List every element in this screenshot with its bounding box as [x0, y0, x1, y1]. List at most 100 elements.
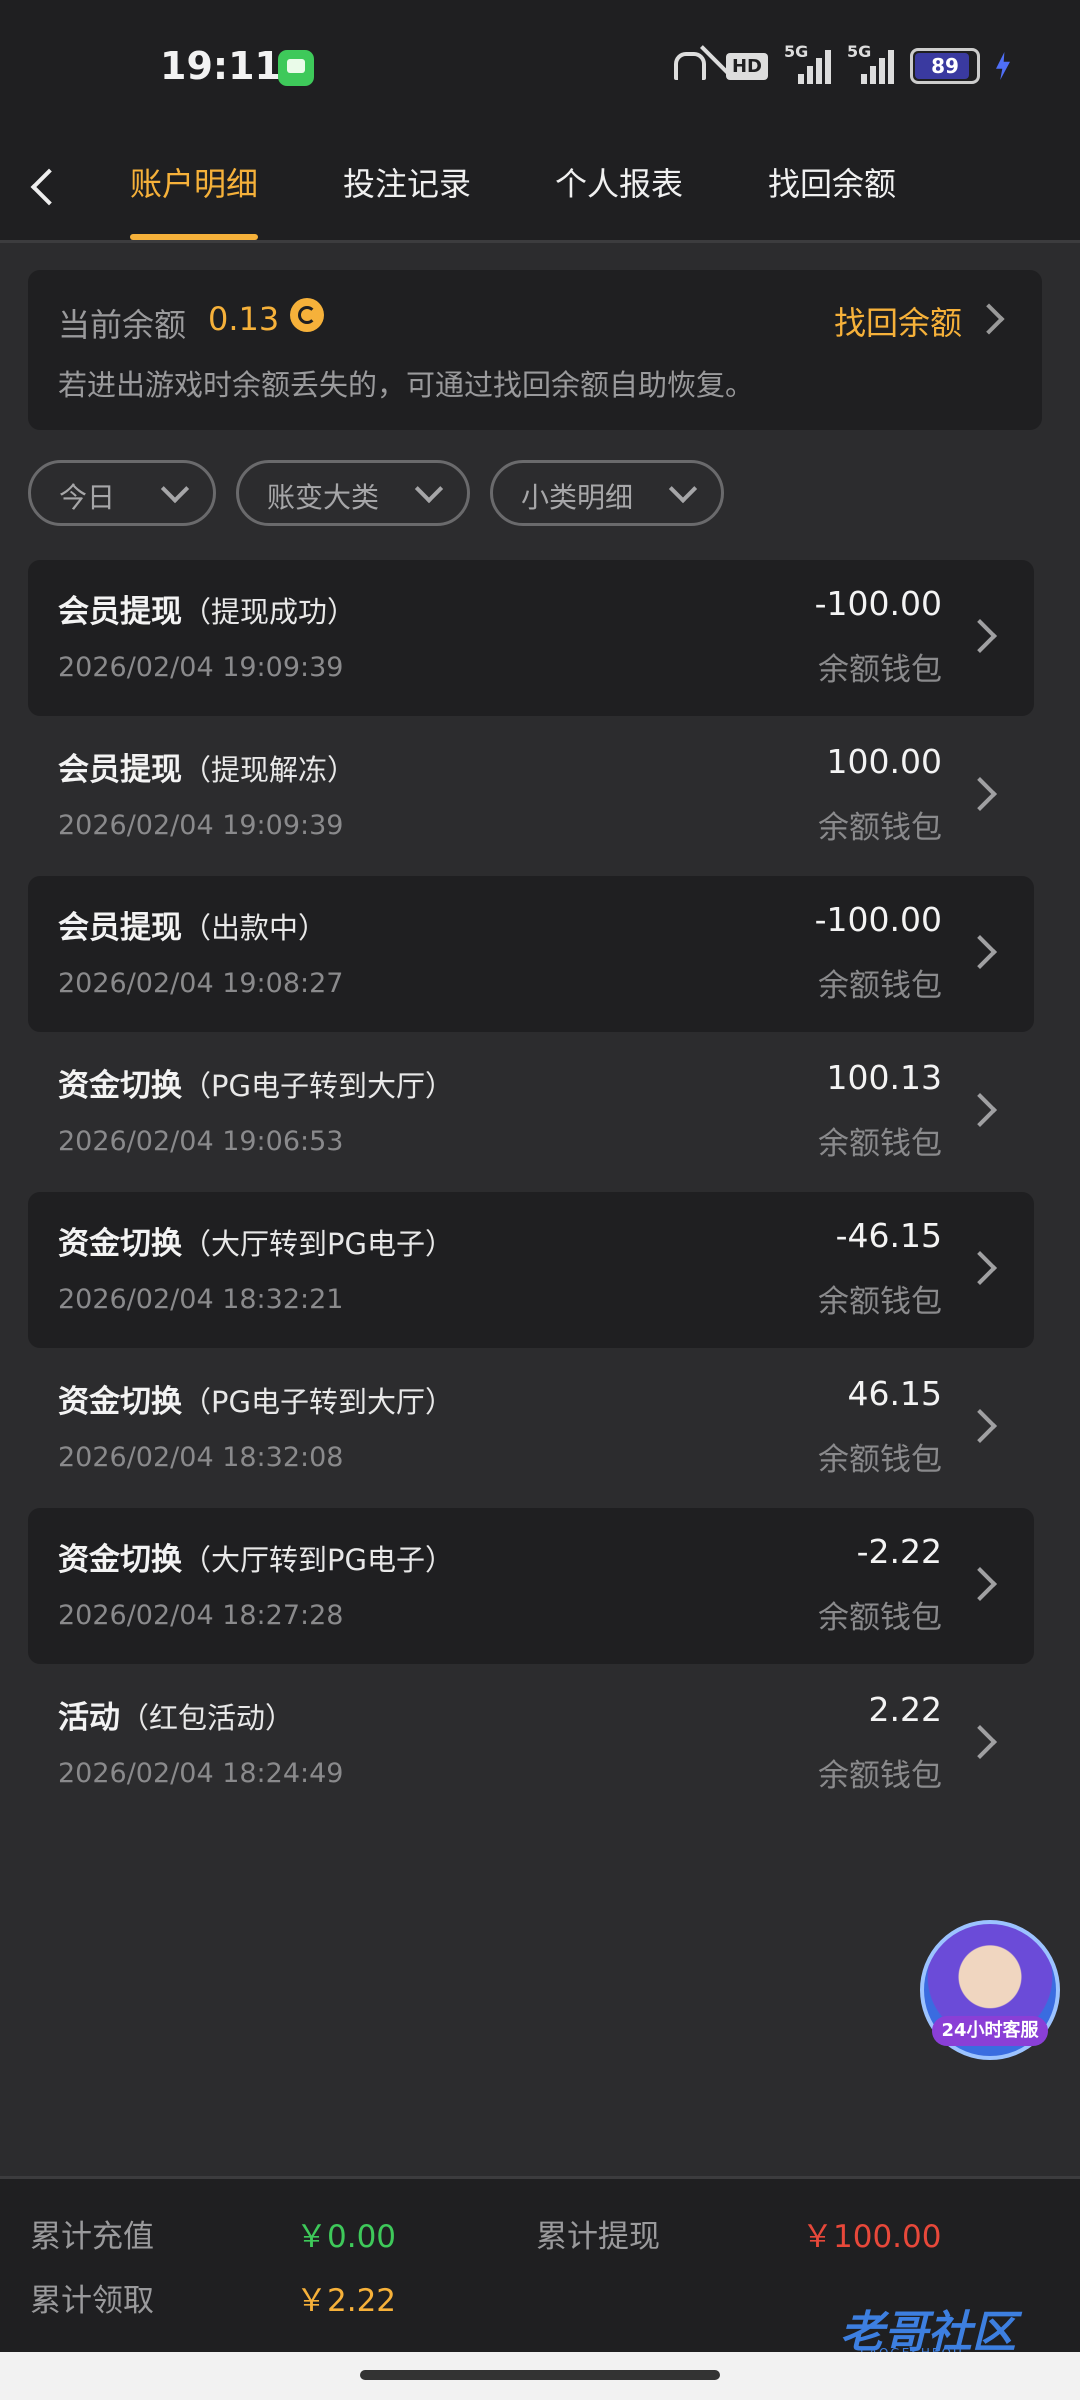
transaction-wallet: 余额钱包	[818, 652, 942, 688]
chevron-right-icon	[963, 1725, 997, 1759]
transaction-time: 2026/02/04 18:24:49	[58, 1758, 344, 1789]
transaction-amount: -2.22	[856, 1532, 942, 1571]
balance-label: 当前余额	[58, 306, 187, 344]
customer-service-label: 24小时客服	[932, 2016, 1048, 2046]
transaction-type: 会员提现	[58, 594, 182, 630]
transaction-detail: （出款中）	[182, 911, 328, 945]
claim-total-value: ￥2.22	[296, 2283, 397, 2319]
transaction-row[interactable]: 资金切换（大厅转到PG电子） 2026/02/04 18:32:21 -46.1…	[28, 1192, 1034, 1348]
transaction-detail: （PG电子转到大厅）	[182, 1069, 454, 1103]
transaction-time: 2026/02/04 18:27:28	[58, 1600, 344, 1631]
chevron-down-icon	[668, 474, 698, 504]
transaction-type: 活动	[58, 1700, 120, 1736]
filter-category[interactable]: 账变大类	[236, 460, 470, 526]
balance-card: 当前余额 0.13 找回余额 若进出游戏时余额丢失的，可通过找回余额自助恢复。	[28, 270, 1042, 430]
chevron-right-icon	[963, 935, 997, 969]
transaction-row[interactable]: 资金切换（PG电子转到大厅） 2026/02/04 19:06:53 100.1…	[28, 1034, 1034, 1190]
transaction-detail: （提现成功）	[182, 595, 357, 629]
transaction-time: 2026/02/04 19:08:27	[58, 968, 344, 999]
filter-subcategory[interactable]: 小类明细	[490, 460, 724, 526]
chevron-right-icon[interactable]	[973, 303, 1005, 335]
customer-service-button[interactable]: 24小时客服	[920, 1920, 1060, 2060]
transaction-type: 会员提现	[58, 910, 182, 946]
transaction-amount: 2.22	[868, 1690, 942, 1729]
chevron-down-icon	[414, 474, 444, 504]
transaction-wallet: 余额钱包	[818, 810, 942, 846]
tab-recover-balance[interactable]: 找回余额	[768, 154, 896, 240]
transaction-wallet: 余额钱包	[818, 1442, 942, 1478]
battery-level: 89	[931, 54, 959, 78]
transaction-amount: -100.00	[814, 584, 942, 623]
top-nav: 账户明细 投注记录 个人报表 找回余额	[0, 140, 1080, 243]
transaction-wallet: 余额钱包	[818, 1758, 942, 1794]
transaction-type: 资金切换	[58, 1226, 182, 1262]
transaction-amount: 100.13	[826, 1058, 942, 1097]
filter-date-label: 今日	[59, 481, 116, 514]
transaction-row[interactable]: 资金切换（PG电子转到大厅） 2026/02/04 18:32:08 46.15…	[28, 1350, 1034, 1506]
chevron-right-icon	[963, 619, 997, 653]
chevron-right-icon	[963, 1567, 997, 1601]
filter-category-label: 账变大类	[267, 481, 380, 514]
signal-2-label: 5G	[847, 42, 872, 61]
filter-subcategory-label: 小类明细	[521, 481, 634, 514]
transaction-detail: （PG电子转到大厅）	[182, 1385, 454, 1419]
tab-personal-report[interactable]: 个人报表	[555, 154, 683, 240]
transaction-row[interactable]: 会员提现（提现成功） 2026/02/04 19:09:39 -100.00 余…	[28, 560, 1034, 716]
back-icon[interactable]	[30, 168, 68, 206]
transaction-row[interactable]: 会员提现（提现解冻） 2026/02/04 19:09:39 100.00 余额…	[28, 718, 1034, 874]
transaction-wallet: 余额钱包	[818, 1600, 942, 1636]
chevron-down-icon	[160, 474, 190, 504]
transaction-time: 2026/02/04 18:32:08	[58, 1442, 344, 1473]
charging-icon	[996, 52, 1010, 80]
signal-1-icon: 5G	[784, 42, 831, 84]
transaction-wallet: 余额钱包	[818, 968, 942, 1004]
chevron-right-icon	[963, 1409, 997, 1443]
withdraw-total-label: 累计提现	[536, 2219, 660, 2255]
status-bar: 19:11 HD 5G 5G 89	[0, 0, 1080, 140]
transaction-wallet: 余额钱包	[818, 1284, 942, 1320]
gesture-area	[0, 2352, 1080, 2400]
chevron-right-icon	[963, 1093, 997, 1127]
transaction-amount: -100.00	[814, 900, 942, 939]
recharge-total-value: ￥0.00	[296, 2219, 397, 2255]
recharge-total-label: 累计充值	[30, 2219, 154, 2255]
battery-icon: 89	[910, 48, 980, 84]
recover-balance-link[interactable]: 找回余额	[834, 298, 962, 344]
transaction-detail: （红包活动）	[120, 1701, 295, 1735]
transaction-amount: -46.15	[835, 1216, 942, 1255]
message-app-icon	[278, 50, 314, 86]
chevron-right-icon	[963, 1251, 997, 1285]
filter-date[interactable]: 今日	[28, 460, 216, 526]
transaction-time: 2026/02/04 19:06:53	[58, 1126, 344, 1157]
status-time: 19:11	[160, 44, 281, 88]
refresh-icon[interactable]	[290, 298, 324, 332]
claim-total-label: 累计领取	[30, 2283, 154, 2319]
transaction-row[interactable]: 资金切换（大厅转到PG电子） 2026/02/04 18:27:28 -2.22…	[28, 1508, 1034, 1664]
signal-2-icon: 5G	[847, 42, 894, 84]
tab-bet-records[interactable]: 投注记录	[343, 154, 471, 240]
withdraw-total-value: ￥100.00	[802, 2219, 942, 2255]
status-icons: HD 5G 5G 89	[666, 42, 1010, 86]
transaction-time: 2026/02/04 18:32:21	[58, 1284, 344, 1315]
transaction-detail: （大厅转到PG电子）	[182, 1543, 454, 1577]
balance-amount: 0.13	[208, 300, 280, 338]
transaction-type: 资金切换	[58, 1542, 182, 1578]
tab-account-details[interactable]: 账户明细	[130, 154, 259, 240]
transaction-amount: 46.15	[847, 1374, 942, 1413]
transaction-type: 资金切换	[58, 1068, 182, 1104]
transaction-row[interactable]: 活动（红包活动） 2026/02/04 18:24:49 2.22 余额钱包	[28, 1666, 1034, 1822]
transaction-type: 会员提现	[58, 752, 182, 788]
mute-icon	[666, 46, 710, 86]
transaction-detail: （大厅转到PG电子）	[182, 1227, 454, 1261]
balance-tip: 若进出游戏时余额丢失的，可通过找回余额自助恢复。	[58, 368, 755, 402]
transaction-row[interactable]: 会员提现（出款中） 2026/02/04 19:08:27 -100.00 余额…	[28, 876, 1034, 1032]
signal-1-label: 5G	[784, 42, 809, 61]
transaction-wallet: 余额钱包	[818, 1126, 942, 1162]
transaction-amount: 100.00	[826, 742, 942, 781]
transaction-detail: （提现解冻）	[182, 753, 357, 787]
home-indicator[interactable]	[360, 2370, 720, 2380]
transaction-type: 资金切换	[58, 1384, 182, 1420]
transaction-time: 2026/02/04 19:09:39	[58, 810, 344, 841]
transaction-time: 2026/02/04 19:09:39	[58, 652, 344, 683]
chevron-right-icon	[963, 777, 997, 811]
